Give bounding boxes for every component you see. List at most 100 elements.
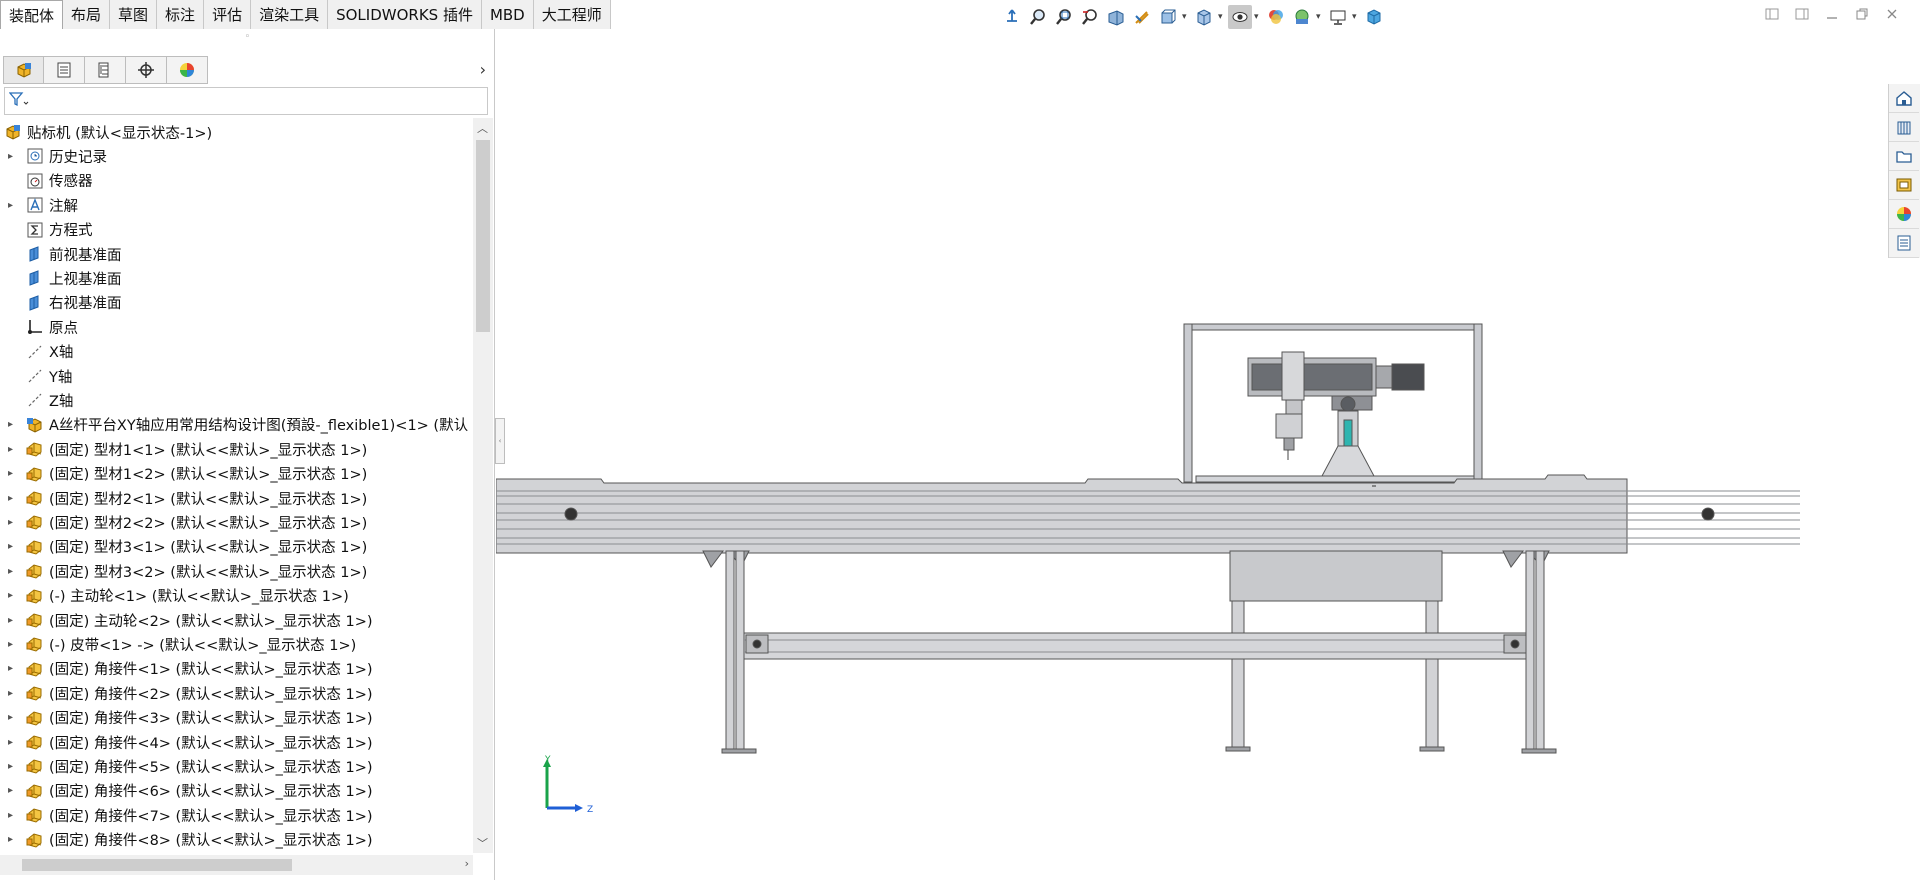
tree-item[interactable]: 原点 xyxy=(0,315,473,339)
chevron-down-icon[interactable]: ▾ xyxy=(1182,12,1190,22)
tree-item[interactable]: ▸ (固定) 主动轮<2> (默认<<默认>_显示状态 1>) xyxy=(0,608,473,632)
tree-item[interactable]: ▸ (固定) 角接件<3> (默认<<默认>_显示状态 1>) xyxy=(0,706,473,730)
chevron-down-icon[interactable]: ▾ xyxy=(1254,12,1262,22)
tab-4[interactable]: 评估 xyxy=(204,0,252,29)
tree-item[interactable]: ▸ (固定) 型材3<1> (默认<<默认>_显示状态 1>) xyxy=(0,535,473,559)
tree-item[interactable]: ▸ (固定) 型材2<2> (默认<<默认>_显示状态 1>) xyxy=(0,510,473,534)
section-view-icon[interactable] xyxy=(1104,5,1128,29)
configurationmanager-icon[interactable] xyxy=(85,56,126,84)
tree-item[interactable]: ▸ (固定) 型材1<1> (默认<<默认>_显示状态 1>) xyxy=(0,437,473,461)
tree-item[interactable]: ▸ (固定) 型材3<2> (默认<<默认>_显示状态 1>) xyxy=(0,559,473,583)
tree-item[interactable]: 右视基准面 xyxy=(0,291,473,315)
expand-arrow-icon[interactable]: ▸ xyxy=(8,468,18,479)
tree-item[interactable]: X轴 xyxy=(0,340,473,364)
expand-arrow-icon[interactable]: ▸ xyxy=(8,419,18,430)
expand-arrow-icon[interactable]: ▸ xyxy=(8,493,18,504)
tab-8[interactable]: 大工程师 xyxy=(533,0,611,29)
horizontal-scrollbar[interactable]: › xyxy=(0,855,473,875)
expand-arrow-icon[interactable]: ▸ xyxy=(8,688,18,699)
chevron-right-icon[interactable]: › xyxy=(480,60,486,79)
featuremanager-tree-icon[interactable] xyxy=(3,56,44,84)
graphics-area[interactable] xyxy=(496,30,1888,880)
vertical-scrollbar[interactable]: ︿ ﹀ xyxy=(473,118,493,853)
expand-arrow-icon[interactable]: ▸ xyxy=(8,639,18,650)
tree-item[interactable]: ▸ (固定) 角接件<5> (默认<<默认>_显示状态 1>) xyxy=(0,754,473,778)
propertymanager-icon[interactable] xyxy=(44,56,85,84)
tree-item[interactable]: ▸ (固定) 型材2<1> (默认<<默认>_显示状态 1>) xyxy=(0,486,473,510)
tree-item[interactable]: 传感器 xyxy=(0,169,473,193)
display-style-icon[interactable] xyxy=(1192,5,1216,29)
panel-right-icon[interactable] xyxy=(1794,6,1810,22)
tree-item[interactable]: ▸ (固定) 角接件<8> (默认<<默认>_显示状态 1>) xyxy=(0,828,473,852)
tree-item[interactable]: ▸ 注解 xyxy=(0,193,473,217)
3d-view-icon[interactable] xyxy=(1362,5,1386,29)
tab-3[interactable]: 标注 xyxy=(157,0,205,29)
panel-grip[interactable]: ◦ xyxy=(0,29,495,45)
minimize-icon[interactable] xyxy=(1824,6,1840,22)
tree-item[interactable]: 前视基准面 xyxy=(0,242,473,266)
tree-item[interactable]: ▸ (-) 皮带<1> -> (默认<<默认>_显示状态 1>) xyxy=(0,632,473,656)
expand-arrow-icon[interactable]: ▸ xyxy=(8,444,18,455)
expand-arrow-icon[interactable]: ▸ xyxy=(8,737,18,748)
solidworks-resources-icon[interactable] xyxy=(1889,84,1919,113)
tree-root[interactable]: 贴标机 (默认<显示状态-1>) xyxy=(0,120,473,144)
tree-item[interactable]: ▸ (固定) 角接件<1> (默认<<默认>_显示状态 1>) xyxy=(0,657,473,681)
previous-view-icon[interactable] xyxy=(1078,5,1102,29)
expand-arrow-icon[interactable]: ▸ xyxy=(8,810,18,821)
tab-6[interactable]: SOLIDWORKS 插件 xyxy=(328,0,482,29)
scrollbar-thumb[interactable] xyxy=(22,859,292,871)
tab-1[interactable]: 布局 xyxy=(63,0,111,29)
scroll-right-icon[interactable]: › xyxy=(465,857,469,870)
panel-left-icon[interactable] xyxy=(1764,6,1780,22)
filter-icon[interactable] xyxy=(8,91,29,111)
displaymanager-icon[interactable] xyxy=(167,56,208,84)
scroll-down-icon[interactable]: ﹀ xyxy=(477,835,488,851)
tree-item[interactable]: Y轴 xyxy=(0,364,473,388)
appearances-icon[interactable] xyxy=(1889,200,1919,229)
zoom-to-fit-icon[interactable] xyxy=(1026,5,1050,29)
view-settings-icon[interactable] xyxy=(1326,5,1350,29)
tab-0[interactable]: 装配体 xyxy=(0,0,64,29)
tree-item[interactable]: 上视基准面 xyxy=(0,266,473,290)
edit-appearance-icon[interactable] xyxy=(1264,5,1288,29)
close-icon[interactable] xyxy=(1884,6,1900,22)
expand-arrow-icon[interactable]: ▸ xyxy=(8,834,18,845)
tree-item[interactable]: ▸ (固定) 角接件<6> (默认<<默认>_显示状态 1>) xyxy=(0,779,473,803)
tree-item[interactable]: ▸ 历史记录 xyxy=(0,144,473,168)
tree-item[interactable]: ▸ (固定) 型材1<2> (默认<<默认>_显示状态 1>) xyxy=(0,462,473,486)
chevron-down-icon[interactable]: ▾ xyxy=(1316,12,1324,22)
expand-arrow-icon[interactable]: ▸ xyxy=(8,785,18,796)
view-orientation-dropdown-icon[interactable] xyxy=(1156,5,1180,29)
tab-5[interactable]: 渲染工具 xyxy=(251,0,329,29)
filter-bar[interactable] xyxy=(4,87,488,115)
hide-show-items-icon[interactable] xyxy=(1228,5,1252,29)
tab-2[interactable]: 草图 xyxy=(110,0,158,29)
expand-arrow-icon[interactable]: ▸ xyxy=(8,663,18,674)
expand-arrow-icon[interactable]: ▸ xyxy=(8,541,18,552)
tree-item[interactable]: Z轴 xyxy=(0,388,473,412)
apply-scene-icon[interactable] xyxy=(1290,5,1314,29)
expand-arrow-icon[interactable]: ▸ xyxy=(8,615,18,626)
view-orientation-icon[interactable] xyxy=(1000,5,1024,29)
tree-item[interactable]: ▸ (固定) 角接件<2> (默认<<默认>_显示状态 1>) xyxy=(0,681,473,705)
chevron-down-icon[interactable]: ▾ xyxy=(1352,12,1360,22)
tab-7[interactable]: MBD xyxy=(481,0,534,29)
dynamic-annotation-icon[interactable] xyxy=(1130,5,1154,29)
chevron-down-icon[interactable]: ▾ xyxy=(1218,12,1226,22)
expand-arrow-icon[interactable]: ▸ xyxy=(8,151,18,162)
scrollbar-thumb[interactable] xyxy=(476,140,490,332)
expand-arrow-icon[interactable]: ▸ xyxy=(8,200,18,211)
tree-item[interactable]: ▸ (固定) 角接件<4> (默认<<默认>_显示状态 1>) xyxy=(0,730,473,754)
design-library-icon[interactable] xyxy=(1889,113,1919,142)
tree-item[interactable]: ▸ (固定) 角接件<7> (默认<<默认>_显示状态 1>) xyxy=(0,803,473,827)
tree-item[interactable]: 方程式 xyxy=(0,218,473,242)
restore-icon[interactable] xyxy=(1854,6,1870,22)
expand-arrow-icon[interactable]: ▸ xyxy=(8,517,18,528)
custom-properties-icon[interactable] xyxy=(1889,229,1919,258)
file-explorer-icon[interactable] xyxy=(1889,142,1919,171)
expand-arrow-icon[interactable]: ▸ xyxy=(8,590,18,601)
zoom-area-icon[interactable] xyxy=(1052,5,1076,29)
dimxpertmanager-icon[interactable] xyxy=(126,56,167,84)
view-palette-icon[interactable] xyxy=(1889,171,1919,200)
tree-item[interactable]: ▸ (-) 主动轮<1> (默认<<默认>_显示状态 1>) xyxy=(0,584,473,608)
